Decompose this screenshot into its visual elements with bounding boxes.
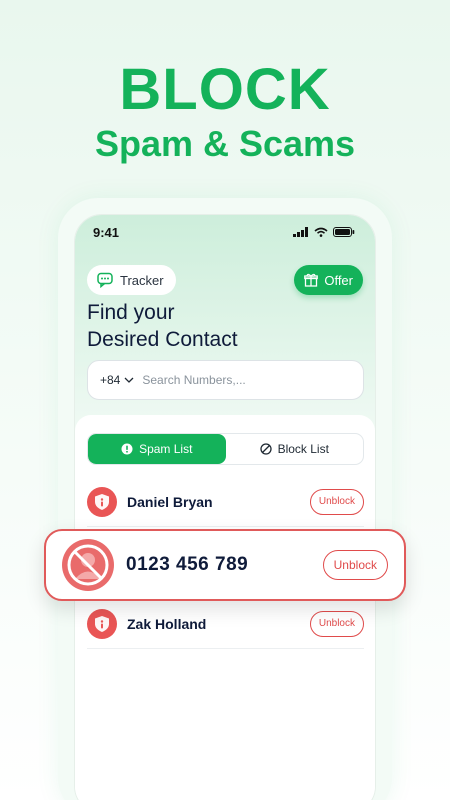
tracker-label: Tracker [120, 272, 164, 288]
blocked-number-card[interactable]: 0123 456 789 Unblock [44, 529, 406, 601]
page-headline: Find your Desired Contact [87, 299, 238, 353]
tab-spam-label: Spam List [139, 442, 193, 456]
wifi-icon [314, 227, 328, 237]
headline-line1: Find your [87, 301, 175, 324]
search-placeholder: Search Numbers,... [142, 373, 246, 387]
offer-button[interactable]: Offer [294, 265, 363, 295]
headline-line2: Desired Contact [87, 328, 238, 351]
country-code-value: +84 [100, 373, 121, 387]
gift-icon [304, 273, 319, 287]
tab-block-label: Block List [277, 442, 329, 456]
list-tabs: Spam List Block List [87, 433, 364, 465]
unblock-button[interactable]: Unblock [309, 610, 364, 637]
chat-icon [97, 272, 113, 288]
status-icons [293, 227, 355, 237]
tab-block-list[interactable]: Block List [226, 434, 364, 464]
status-time: 9:41 [93, 225, 120, 240]
shield-icon [87, 608, 117, 639]
hero-title: BLOCK [119, 57, 331, 122]
tab-spam-list[interactable]: Spam List [88, 434, 226, 464]
country-code-select[interactable]: +84 [100, 373, 134, 387]
tracker-chip[interactable]: Tracker [87, 265, 176, 295]
phone-mockup: 9:41 Tracker Offer Find your Desired Con… [74, 214, 376, 800]
blocked-number: 0123 456 789 [126, 554, 249, 575]
block-icon [259, 443, 272, 455]
list-item[interactable]: Daniel Bryan Unblock [87, 477, 364, 527]
search-input[interactable]: +84 Search Numbers,... [87, 360, 364, 400]
battery-icon [333, 227, 355, 237]
contact-name: Zak Holland [127, 615, 207, 632]
chevron-down-icon [124, 377, 134, 383]
signal-icon [293, 227, 308, 237]
unblock-button[interactable]: Unblock [309, 488, 364, 515]
hero-subtitle: Spam & Scams [94, 123, 356, 164]
alert-icon [121, 443, 133, 455]
unblock-button-large[interactable]: Unblock [322, 550, 388, 580]
contact-name: Daniel Bryan [127, 493, 213, 510]
shield-icon [87, 486, 117, 517]
list-item[interactable]: Zak Holland Unblock [87, 599, 364, 649]
blocked-user-icon [62, 539, 114, 591]
offer-label: Offer [324, 272, 353, 288]
